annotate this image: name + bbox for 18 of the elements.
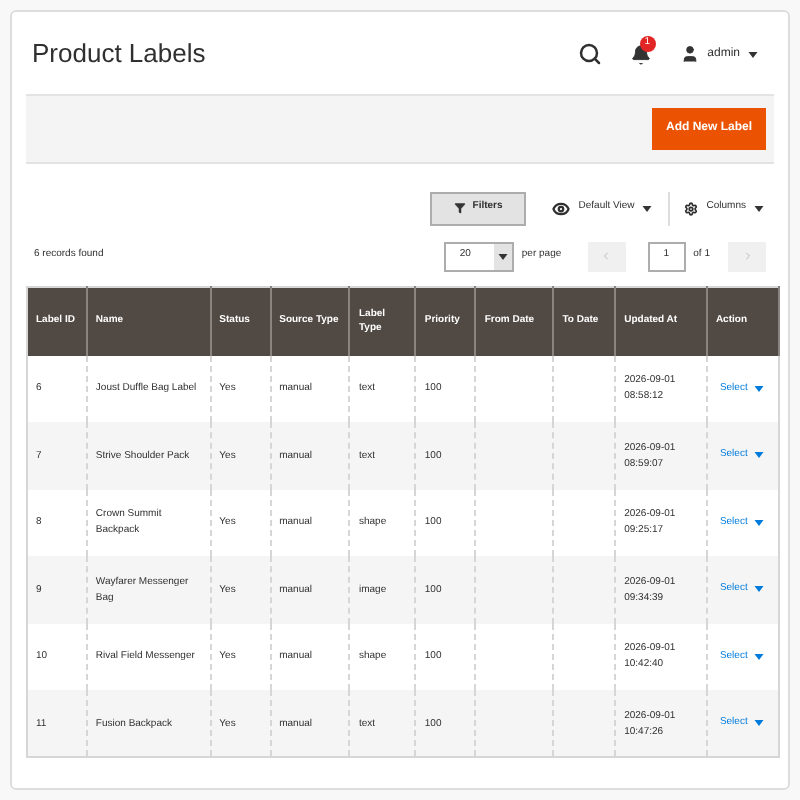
caret-icon (753, 385, 764, 392)
gear-icon (684, 201, 699, 215)
caret-icon (642, 205, 653, 211)
user-icon (679, 44, 700, 64)
caret-icon (753, 586, 764, 593)
search-icon[interactable] (577, 42, 602, 66)
filter-icon (454, 202, 467, 214)
eye-icon (552, 199, 571, 217)
caret-icon (497, 253, 508, 259)
caret-icon (748, 51, 758, 57)
page-title: Product Labels (32, 36, 208, 73)
caret-icon (754, 205, 764, 211)
caret-icon (753, 720, 764, 726)
chevron-right-icon (741, 250, 753, 262)
caret-icon (753, 452, 764, 459)
chevron-left-icon (600, 250, 613, 262)
caret-icon (753, 653, 764, 660)
caret-icon (753, 519, 764, 526)
